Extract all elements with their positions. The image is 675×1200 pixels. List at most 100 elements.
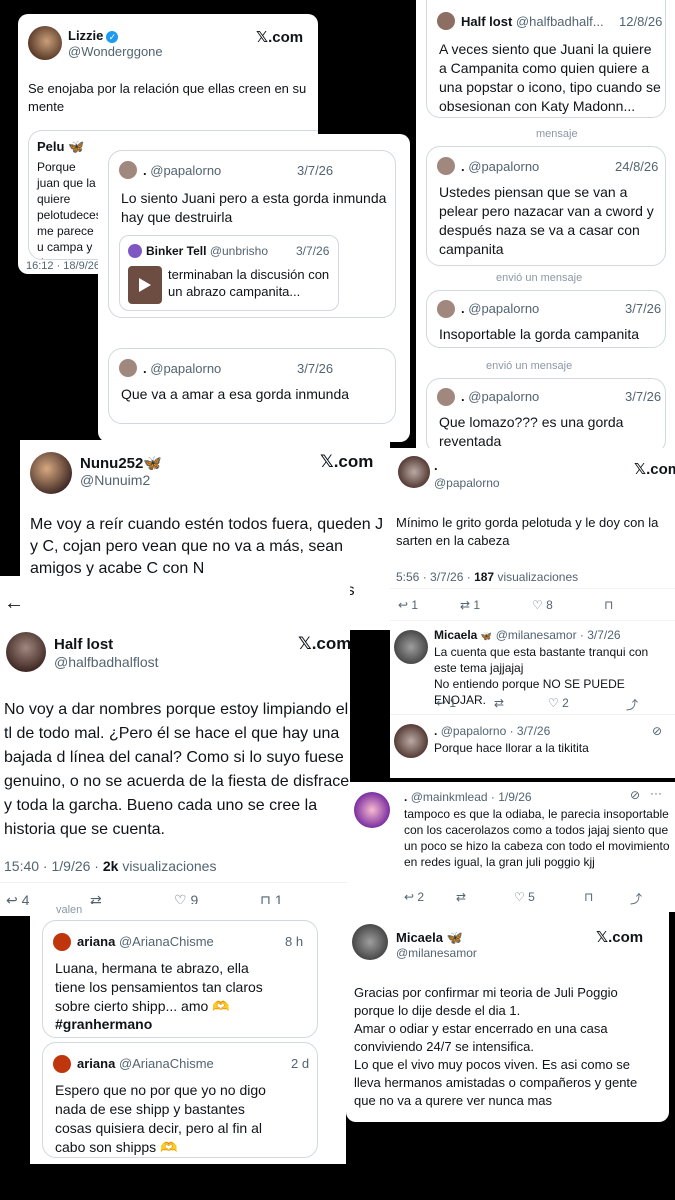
message-date: 3/7/26 — [297, 361, 334, 376]
author-name: . — [461, 159, 465, 174]
quote-text: Porque juan que la quiere pelotudeces me… — [37, 160, 102, 259]
author-handle[interactable]: @halfbadhalflost — [54, 654, 159, 670]
messages-panel: valen ariana @ArianaChisme 8 h Luana, he… — [30, 904, 346, 1164]
author-handle[interactable]: @papalorno · 3/7/26 — [441, 724, 551, 738]
tweet-meta: 15:40 · 1/9/26 · 2k visualizaciones — [4, 858, 217, 874]
like-button[interactable]: ♡ 8 — [532, 598, 553, 612]
share-icon[interactable]: ⤴ — [626, 696, 638, 713]
system-note: mensaje — [536, 128, 578, 140]
author-handle[interactable]: @mainkmlead · 1/9/26 — [411, 790, 532, 804]
avatar — [119, 161, 137, 179]
message-bubble[interactable]: . @papalorno 3/7/26 Lo siento Juani pero… — [108, 150, 396, 318]
author-name: . — [461, 389, 465, 404]
message-text: Insoportable la gorda campanita — [439, 326, 640, 342]
author-name[interactable]: . — [434, 458, 438, 473]
author-name[interactable]: Half lost — [54, 636, 113, 653]
avatar[interactable] — [394, 724, 428, 758]
repost-button[interactable]: ⇄ — [494, 696, 504, 710]
reply-icon: ↩ — [436, 696, 447, 710]
tweet-card-halflost[interactable]: ← Half lost @halfbadhalflost 𝕏.com No vo… — [0, 576, 350, 916]
avatar — [53, 1055, 71, 1073]
message-bubble[interactable]: . @papalorno 3/7/26 Insoportable la gord… — [426, 290, 666, 348]
reply-button[interactable]: ↩ 2 — [404, 890, 424, 904]
author-name: Half lost — [461, 14, 513, 29]
message-bubble[interactable]: . @papalorno 24/8/26 Ustedes piensan que… — [426, 146, 666, 266]
tweet-text: No voy a dar nombres porque estoy limpia… — [4, 701, 350, 838]
grok-icon[interactable]: ⊘ — [630, 788, 640, 802]
author-handle[interactable]: @Nunuim2 — [80, 472, 150, 488]
author-handle: @papalorno — [468, 159, 540, 174]
share-icon[interactable]: ⤴ — [630, 890, 642, 907]
tweet-time: 16:12 · 18/9/26 — [26, 260, 101, 272]
repost-button[interactable]: ⇄ — [456, 890, 466, 904]
like-button[interactable]: ♡ 2 — [548, 696, 569, 710]
author-handle[interactable]: @papalorno — [434, 476, 500, 490]
x-logo: 𝕏.com — [256, 29, 304, 46]
author-name[interactable]: Micaela 🦋 — [396, 930, 463, 946]
avatar[interactable] — [394, 630, 428, 664]
more-icon[interactable]: ··· — [650, 786, 662, 800]
back-arrow-icon[interactable]: ← — [4, 592, 24, 615]
author-handle[interactable]: @milanesamor — [396, 946, 477, 960]
butterfly-icon: 🦋 — [480, 630, 492, 641]
message-text: A veces siento que Juani la quiere a Cam… — [439, 41, 661, 114]
avatar[interactable] — [354, 792, 390, 828]
message-bubble[interactable]: ariana @ArianaChisme 2 d Espero que no p… — [42, 1042, 318, 1158]
like-button[interactable]: ♡ 5 — [514, 890, 535, 904]
author-handle: @ArianaChisme — [118, 1056, 214, 1071]
system-note: valen — [56, 904, 83, 916]
repost-icon: ⇄ — [460, 598, 471, 612]
reply-button[interactable]: ↩ 1 — [436, 696, 456, 710]
bookmark-button[interactable]: ⊓ — [604, 598, 613, 612]
repost-button[interactable]: ⇄ 1 — [460, 598, 480, 612]
author-name[interactable]: Nunu252🦋 — [80, 454, 162, 472]
avatar[interactable] — [352, 924, 388, 960]
author-name[interactable]: Micaela — [434, 628, 477, 642]
reply-button[interactable]: ↩ 4 — [6, 892, 29, 909]
quoted-tweet[interactable]: Binker Tell @unbrisho 3/7/26 terminaban … — [119, 235, 339, 311]
author-name: . — [143, 361, 147, 376]
grok-icon[interactable]: ⊘ — [652, 724, 662, 738]
message-text: Ustedes piensan que se van a pelear pero… — [439, 184, 654, 257]
reply-icon: ↩ — [398, 598, 409, 612]
repost-icon: ⇄ — [456, 890, 467, 904]
reply-text: tampoco es que la odiaba, le parecia ins… — [404, 807, 670, 869]
author-name: Binker Tell — [146, 244, 207, 258]
avatar — [437, 300, 455, 318]
tweet-text: Gracias por confirmar mi teoria de Juli … — [354, 985, 638, 1108]
x-logo: 𝕏.com — [596, 929, 644, 946]
avatar[interactable] — [28, 26, 62, 60]
message-date: 3/7/26 — [297, 163, 334, 178]
message-text: Que va a amar a esa gorda inmunda — [121, 386, 350, 402]
tweet-card-mainkmlead[interactable]: . @mainkmlead · 1/9/26 ⊘ ··· tampoco es … — [348, 782, 675, 912]
message-bubble[interactable]: . @papalorno 3/7/26 Que va a amar a esa … — [108, 348, 396, 424]
bookmark-button[interactable]: ⊓ — [584, 890, 593, 904]
heart-icon: ♡ — [514, 890, 525, 904]
author-handle[interactable]: @Wonderggone — [68, 44, 163, 59]
avatar — [119, 359, 137, 377]
tweet-text: Mínimo le grito gorda pelotuda y le doy … — [396, 515, 659, 548]
author-name[interactable]: . — [434, 724, 437, 738]
hashtag[interactable]: #granhermano — [55, 1015, 152, 1034]
author-handle: @papalorno — [468, 389, 540, 404]
author-handle[interactable]: @milanesamor · 3/7/26 — [496, 628, 621, 642]
author-name: ariana — [77, 1056, 116, 1071]
avatar[interactable] — [30, 452, 72, 494]
messages-panel: Half lost @halfbadhalf... 12/8/26 A vece… — [416, 0, 675, 462]
quote-author-name: Pelu — [37, 139, 65, 154]
author-name[interactable]: . — [404, 790, 407, 804]
bookmark-icon: ⊓ — [604, 598, 614, 612]
author-name[interactable]: Lizzie ✓ — [68, 28, 119, 43]
message-bubble[interactable]: . @papalorno 3/7/26 Que lomazo??? es una… — [426, 378, 666, 454]
avatar — [437, 12, 455, 30]
tweet-card-micaela[interactable]: Micaela 🦋 @milanesamor 𝕏.com Gracias por… — [346, 912, 669, 1122]
message-bubble[interactable]: Half lost @halfbadhalf... 12/8/26 A vece… — [426, 0, 666, 118]
video-thumbnail[interactable] — [128, 266, 162, 304]
author-name: . — [143, 163, 147, 178]
message-bubble[interactable]: ariana @ArianaChisme 8 h Luana, hermana … — [42, 920, 318, 1038]
tweet-card-papalorno[interactable]: . @papalorno 𝕏.com Mínimo le grito gorda… — [390, 448, 675, 778]
author-handle: @halfbadhalf... — [515, 14, 604, 29]
reply-button[interactable]: ↩ 1 — [398, 598, 418, 612]
avatar[interactable] — [6, 632, 46, 672]
avatar[interactable] — [398, 456, 430, 488]
